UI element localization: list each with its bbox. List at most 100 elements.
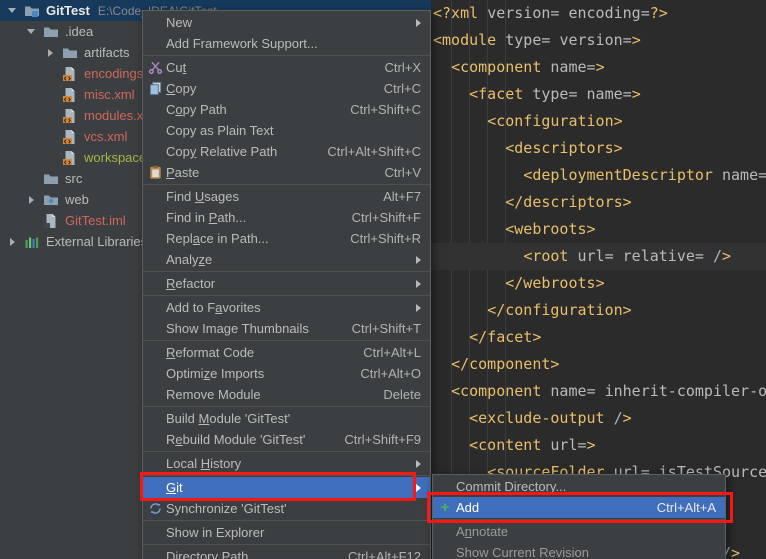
- menu-icon-spacer: [147, 252, 163, 268]
- code-token: </webroots: [505, 274, 595, 292]
- tree-item-label: artifacts: [84, 45, 130, 60]
- menu-item-copy-relative-path[interactable]: Copy Relative PathCtrl+Alt+Shift+C: [143, 141, 430, 162]
- tree-item-label: GitTest: [46, 3, 90, 18]
- mnemonic: U: [195, 189, 204, 204]
- chevron-collapsed-icon[interactable]: [4, 238, 20, 246]
- menu-item-new[interactable]: New: [143, 12, 430, 33]
- code-token: name: [550, 382, 586, 400]
- code-token: =: [695, 247, 704, 265]
- mnemonic: o: [175, 102, 182, 117]
- menu-item-label: Remove Module: [166, 387, 365, 402]
- menu-item-show-current-revision[interactable]: Show Current Revision: [433, 542, 725, 559]
- menu-item-copy-path[interactable]: Copy PathCtrl+Shift+C: [143, 99, 430, 120]
- menu-item-directory-path[interactable]: Directory PathCtrl+Alt+F12: [143, 546, 430, 559]
- menu-item-remove-module[interactable]: Remove Module Delete: [143, 384, 430, 405]
- menu-item-add[interactable]: +AddCtrl+Alt+A: [433, 497, 725, 518]
- code-line: </component>: [431, 351, 766, 378]
- menu-icon-spacer: [147, 300, 163, 316]
- menu-icon-spacer: [147, 276, 163, 292]
- menu-item-find-usages[interactable]: Find UsagesAlt+F7: [143, 186, 430, 207]
- menu-item-label: Build Module 'GitTest': [166, 411, 421, 426]
- submenu-arrow-icon: [416, 484, 425, 492]
- code-token: [578, 85, 587, 103]
- menu-item-label: Copy: [166, 81, 366, 96]
- code-token: type: [505, 31, 541, 49]
- code-token: name: [587, 85, 623, 103]
- menu-item-local-history[interactable]: Local History: [143, 453, 430, 474]
- menu-item-show-image-thumbnails[interactable]: Show Image ThumbnailsCtrl+Shift+T: [143, 318, 430, 339]
- mnemonic: R: [166, 345, 175, 360]
- submenu-arrow-icon: [416, 460, 425, 468]
- mnemonic: P: [209, 210, 218, 225]
- code-token: >: [587, 436, 596, 454]
- code-token: [433, 193, 505, 211]
- submenu-arrow-icon: [416, 19, 425, 27]
- code-token: >: [587, 220, 596, 238]
- tree-item-label: External Libraries: [46, 234, 147, 249]
- code-line: <deploymentDescriptor name= url= />: [431, 162, 766, 189]
- menu-shortcut: Ctrl+Alt+A: [657, 500, 716, 515]
- menu-shortcut: Ctrl+Shift+T: [352, 321, 421, 336]
- mnemonic: z: [199, 252, 206, 267]
- menu-separator-line: [143, 544, 430, 545]
- code-token: <component: [451, 58, 541, 76]
- menu-icon-spacer: [437, 545, 453, 559]
- chevron-collapsed-icon[interactable]: [23, 196, 39, 204]
- menu-item-add-to-favorites[interactable]: Add to Favorites: [143, 297, 430, 318]
- menu-item-find-in-path[interactable]: Find in Path...Ctrl+Shift+F: [143, 207, 430, 228]
- menu-item-replace-in-path[interactable]: Replace in Path...Ctrl+Shift+R: [143, 228, 430, 249]
- chevron-expanded-icon[interactable]: [4, 8, 20, 13]
- menu-item-label: Add: [456, 500, 639, 515]
- menu-shortcut: Alt+F7: [383, 189, 421, 204]
- menu-item-label: Paste: [166, 165, 367, 180]
- menu-item-label: Rebuild Module 'GitTest': [166, 432, 326, 447]
- submenu-arrow-icon: [416, 280, 425, 288]
- menu-shortcut: Ctrl+Alt+Shift+C: [327, 144, 421, 159]
- menu-icon-spacer: [147, 411, 163, 427]
- xml-file-icon: [62, 129, 78, 145]
- menu-icon-spacer: [147, 144, 163, 160]
- menu-icon-spacer: [147, 549, 163, 559]
- menu-item-build-module-gittest[interactable]: Build Module 'GitTest': [143, 408, 430, 429]
- code-token: inherit-compiler-output: [605, 382, 766, 400]
- menu-icon-spacer: [147, 525, 163, 541]
- menu-item-annotate[interactable]: Annotate: [433, 521, 725, 542]
- menu-item-commit-directory[interactable]: Commit Directory...: [433, 476, 725, 497]
- menu-shortcut: Delete: [383, 387, 421, 402]
- xml-file-icon: [62, 66, 78, 82]
- menu-item-label: Reformat Code: [166, 345, 345, 360]
- menu-item-git[interactable]: Git: [143, 477, 430, 498]
- code-token: [433, 355, 451, 373]
- menu-item-analyze[interactable]: Analyze: [143, 249, 430, 270]
- code-token: [433, 247, 523, 265]
- menu-separator-line: [143, 271, 430, 272]
- menu-item-synchronize-gittest[interactable]: Synchronize 'GitTest': [143, 498, 430, 519]
- menu-item-reformat-code[interactable]: Reformat CodeCtrl+Alt+L: [143, 342, 430, 363]
- menu-icon-spacer: [147, 210, 163, 226]
- code-token: =: [641, 4, 650, 22]
- code-token: [433, 166, 523, 184]
- menu-item-optimize-imports[interactable]: Optimize ImportsCtrl+Alt+O: [143, 363, 430, 384]
- menu-item-rebuild-module-gittest[interactable]: Rebuild Module 'GitTest'Ctrl+Shift+F9: [143, 429, 430, 450]
- menu-icon-spacer: [147, 345, 163, 361]
- chevron-collapsed-icon[interactable]: [42, 49, 58, 57]
- menu-item-show-in-explorer[interactable]: Show in Explorer: [143, 522, 430, 543]
- menu-item-add-framework-support[interactable]: Add Framework Support...: [143, 33, 430, 54]
- code-token: encoding: [568, 4, 640, 22]
- menu-item-refactor[interactable]: Refactor: [143, 273, 430, 294]
- tree-item-label: GitTest.iml: [65, 213, 126, 228]
- code-token: >: [722, 247, 731, 265]
- cut-icon: [147, 60, 163, 76]
- code-token: <exclude-output: [469, 409, 604, 427]
- menu-item-label: Find in Path...: [166, 210, 334, 225]
- menu-item-copy-as-plain-text[interactable]: Copy as Plain Text: [143, 120, 430, 141]
- menu-item-label: Commit Directory...: [456, 479, 716, 494]
- context-menu: NewAdd Framework Support...CutCtrl+XCopy…: [142, 10, 431, 559]
- menu-item-copy[interactable]: Copy Ctrl+C: [143, 78, 430, 99]
- menu-item-cut[interactable]: CutCtrl+X: [143, 57, 430, 78]
- menu-icon-spacer: [147, 231, 163, 247]
- menu-shortcut: Ctrl+C: [384, 81, 421, 96]
- menu-item-paste[interactable]: PasteCtrl+V: [143, 162, 430, 183]
- iml-file-icon: [43, 213, 59, 229]
- chevron-expanded-icon[interactable]: [23, 29, 39, 34]
